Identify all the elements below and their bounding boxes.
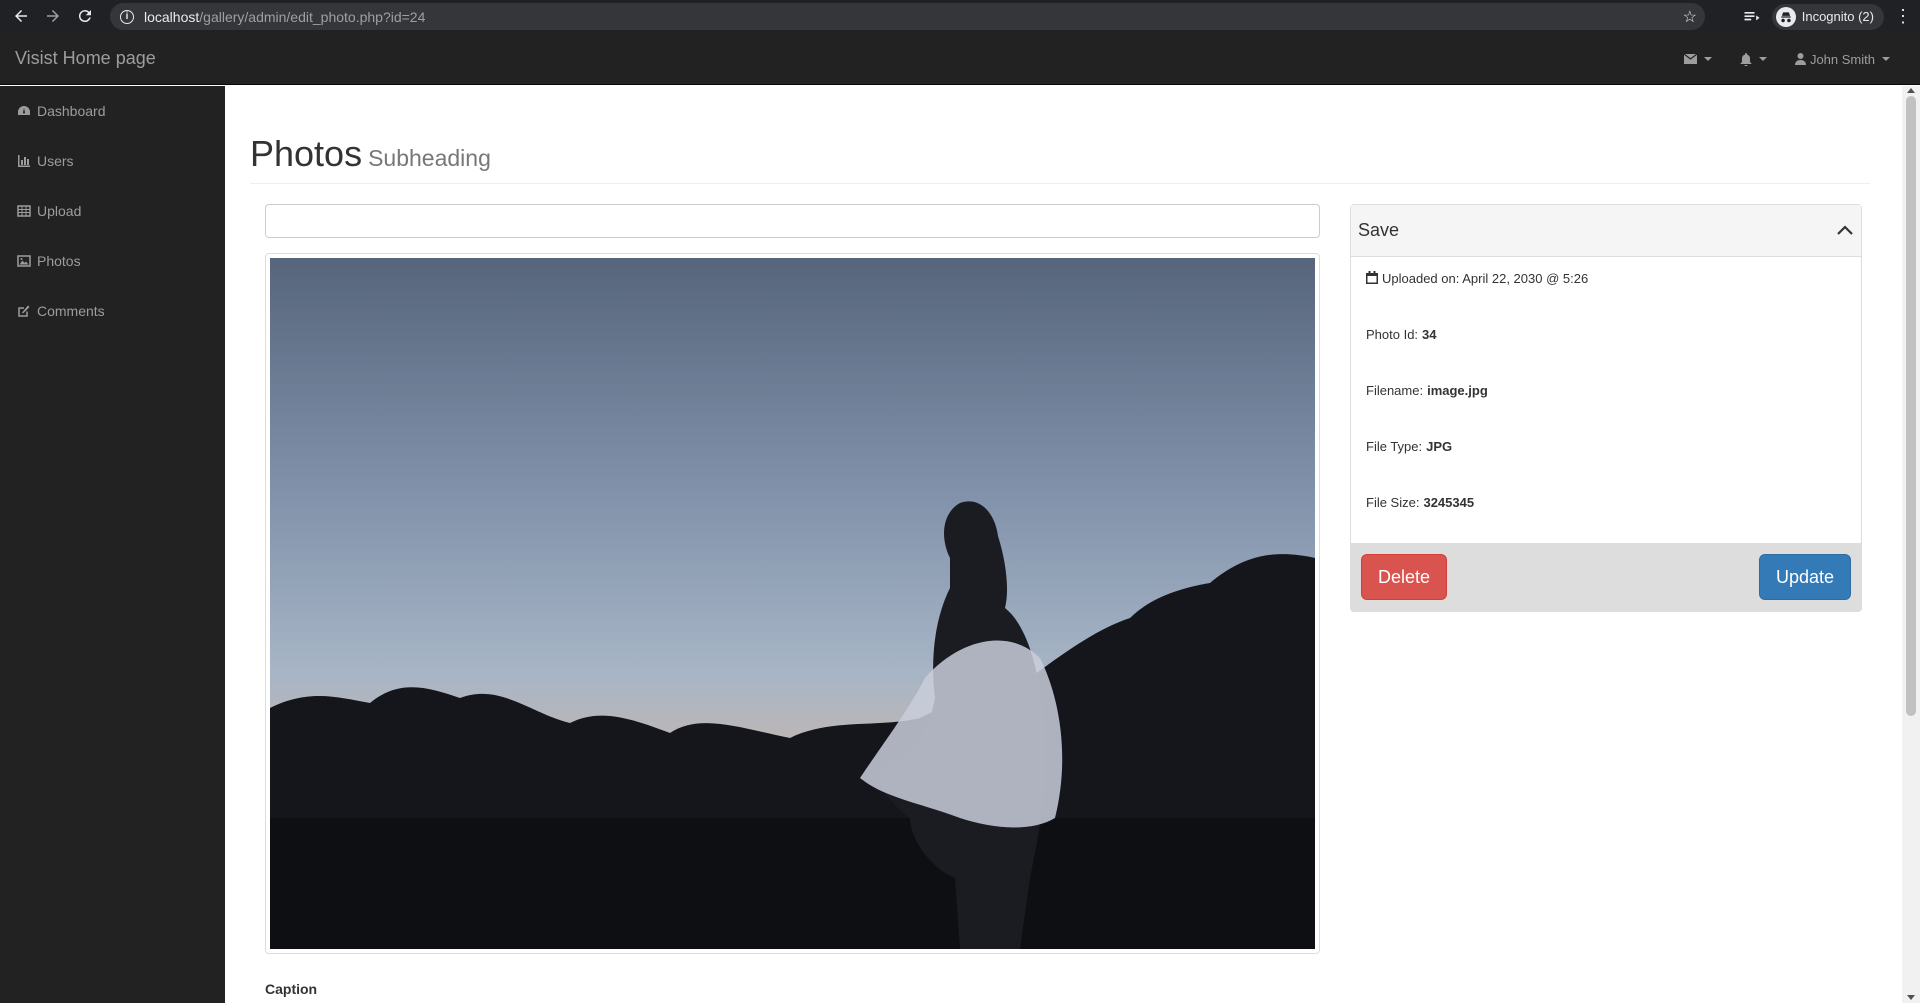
scroll-up-icon[interactable]: [1907, 88, 1915, 93]
chevron-down-icon: [1882, 57, 1890, 61]
address-bar[interactable]: i localhost/gallery/admin/edit_photo.php…: [110, 3, 1705, 30]
user-dropdown[interactable]: John Smith: [1794, 51, 1890, 67]
back-button[interactable]: [5, 0, 37, 32]
messages-dropdown[interactable]: [1683, 54, 1712, 64]
edit-icon: [18, 305, 30, 317]
save-panel: Save Uploaded on: April 22, 2030 @ 5:26 …: [1350, 204, 1862, 612]
chevron-down-icon: [1703, 57, 1712, 61]
photo-id-row: Photo Id: 34: [1366, 327, 1846, 383]
page-scrollbar[interactable]: [1902, 86, 1920, 1003]
top-navbar: Visist Home page John Smith: [0, 33, 1920, 85]
sidebar-item-label: Users: [37, 153, 74, 169]
chevron-down-icon: [1758, 57, 1767, 61]
arrow-right-icon: [47, 10, 59, 22]
incognito-label: Incognito (2): [1801, 9, 1874, 24]
sidebar-item-label: Photos: [37, 253, 81, 269]
photo-id-label: Photo Id:: [1366, 327, 1419, 342]
bell-icon: [1740, 52, 1752, 66]
calendar-icon: [1366, 271, 1378, 284]
incognito-icon: [1775, 6, 1796, 27]
filesize-value: 3245345: [1423, 495, 1475, 510]
page-title: Photos: [250, 133, 363, 174]
delete-button[interactable]: Delete: [1361, 554, 1448, 600]
filesize-label: File Size:: [1366, 495, 1420, 510]
sidebar-item-photos[interactable]: Photos: [0, 236, 225, 286]
sidebar-item-label: Comments: [37, 303, 105, 319]
picture-icon: [17, 255, 31, 267]
filetype-label: File Type:: [1366, 439, 1423, 454]
dashboard-icon: [18, 106, 30, 115]
sidebar-item-comments[interactable]: Comments: [0, 286, 225, 336]
reload-button[interactable]: [69, 0, 101, 32]
sidebar-item-label: Upload: [37, 203, 82, 219]
browser-menu-icon[interactable]: ⋮: [1894, 6, 1912, 27]
main-content: Photos Subheading Caption Save Uploaded …: [225, 86, 1902, 1003]
info-icon[interactable]: i: [120, 9, 134, 24]
filename-label: Filename:: [1366, 383, 1424, 398]
save-panel-body: Uploaded on: April 22, 2030 @ 5:26 Photo…: [1351, 257, 1861, 543]
save-panel-header[interactable]: Save: [1351, 205, 1861, 257]
save-panel-footer: Delete Update: [1351, 543, 1861, 611]
url-text: localhost/gallery/admin/edit_photo.php?i…: [144, 8, 426, 25]
filename-row: Filename: image.jpg: [1366, 383, 1846, 439]
scrollbar-thumb[interactable]: [1906, 96, 1916, 716]
sidebar: Dashboard Users Upload Photos Comments: [0, 86, 225, 1003]
reading-list-icon[interactable]: [1742, 7, 1762, 27]
photo-title-input[interactable]: [265, 204, 1320, 238]
reload-icon: [78, 10, 91, 23]
sidebar-item-upload[interactable]: Upload: [0, 186, 225, 236]
user-name: John Smith: [1809, 51, 1875, 67]
photo-image: [270, 258, 1315, 949]
bookmark-star-icon[interactable]: ☆: [1683, 7, 1697, 27]
uploaded-on-row: Uploaded on: April 22, 2030 @ 5:26: [1366, 271, 1846, 327]
incognito-profile-button[interactable]: Incognito (2): [1771, 3, 1884, 30]
caption-label: Caption: [265, 981, 318, 997]
browser-toolbar: i localhost/gallery/admin/edit_photo.php…: [0, 0, 1920, 33]
filesize-row: File Size: 3245345: [1366, 495, 1846, 535]
panel-title: Save: [1358, 220, 1400, 240]
photo-thumbnail: [265, 253, 1320, 954]
envelope-icon: [1683, 54, 1697, 64]
forward-button[interactable]: [37, 0, 69, 32]
sidebar-item-label: Dashboard: [37, 103, 106, 119]
brand-link[interactable]: Visist Home page: [15, 48, 156, 69]
sidebar-item-dashboard[interactable]: Dashboard: [0, 86, 225, 136]
uploaded-on-text: Uploaded on: April 22, 2030 @ 5:26: [1382, 271, 1589, 286]
chevron-up-icon[interactable]: [1835, 221, 1855, 241]
bar-chart-icon: [18, 155, 30, 167]
photo-id-value: 34: [1422, 327, 1437, 342]
page-subtitle: Subheading: [368, 145, 491, 171]
arrow-left-icon: [15, 10, 27, 22]
sidebar-item-users[interactable]: Users: [0, 136, 225, 186]
alerts-dropdown[interactable]: [1740, 52, 1767, 66]
scroll-down-icon[interactable]: [1907, 995, 1915, 1000]
filetype-row: File Type: JPG: [1366, 439, 1846, 495]
filename-value: image.jpg: [1427, 383, 1488, 398]
page-header: Photos Subheading: [250, 133, 1870, 184]
table-icon: [17, 205, 31, 217]
filetype-value: JPG: [1426, 439, 1453, 454]
user-icon: [1794, 53, 1806, 65]
update-button[interactable]: Update: [1758, 554, 1851, 600]
